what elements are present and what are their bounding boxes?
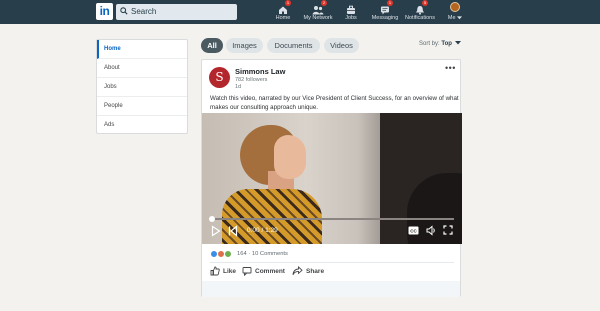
- share-label: Share: [306, 268, 325, 275]
- top-nav: in Search 1 Home 2 My Network Jobs 1 Mes…: [0, 0, 600, 24]
- network-badge: 2: [321, 0, 327, 6]
- post-text: Watch this video, narrated by our Vice P…: [210, 95, 459, 111]
- chevron-down-icon: [454, 41, 461, 45]
- side-menu-item-people[interactable]: People: [97, 97, 187, 116]
- nav-label: Me: [447, 15, 456, 21]
- nav-label: Jobs: [345, 15, 357, 21]
- nav-item-messaging[interactable]: 1 Messaging: [371, 0, 399, 23]
- support-reaction-icon: [224, 250, 232, 258]
- comment-label: Comment: [255, 268, 285, 275]
- nav-item-home[interactable]: 1 Home: [272, 0, 294, 23]
- reaction-count: 164: [237, 251, 247, 257]
- skip-back-icon[interactable]: [228, 225, 238, 237]
- follower-count: 782 followers: [235, 77, 268, 83]
- nav-label: Notifications: [405, 15, 435, 21]
- comment-count[interactable]: 10 Comments: [252, 251, 288, 257]
- post-author[interactable]: Simmons Law: [235, 67, 285, 76]
- side-menu-item-home[interactable]: Home: [97, 40, 187, 59]
- play-icon[interactable]: [211, 225, 221, 237]
- nav-label: My Network: [303, 15, 333, 21]
- sort-label: Sort by:: [419, 41, 440, 47]
- post-time: 1d: [235, 84, 242, 90]
- nav-label: Messaging: [371, 15, 399, 21]
- linkedin-logo[interactable]: in: [96, 3, 113, 20]
- briefcase-icon: [347, 5, 355, 14]
- comment-icon: [242, 267, 252, 277]
- search-icon: [120, 7, 128, 15]
- nav-item-me[interactable]: Me: [445, 2, 465, 23]
- svg-text:CC: CC: [410, 228, 417, 233]
- search-box[interactable]: Search: [116, 4, 237, 20]
- nav-item-notifications[interactable]: 5 Notifications: [404, 0, 436, 23]
- video-timecode: 0:00 / 1:29: [247, 227, 278, 234]
- filter-images[interactable]: Images: [226, 38, 263, 53]
- like-icon: [210, 266, 220, 276]
- post-card: S Simmons Law 782 followers 1d ••• Watch…: [201, 59, 462, 297]
- network-icon: [312, 6, 324, 15]
- like-button[interactable]: Like: [210, 266, 236, 278]
- video-progress-bar[interactable]: [210, 218, 454, 220]
- side-menu-item-jobs[interactable]: Jobs: [97, 78, 187, 97]
- like-label: Like: [223, 268, 237, 275]
- reaction-count-wrap[interactable]: 164 · 10 Comments: [237, 251, 288, 257]
- messaging-icon: [381, 6, 389, 15]
- share-button[interactable]: Share: [292, 266, 324, 278]
- sort-by-dropdown[interactable]: Sort by: Top: [419, 41, 461, 47]
- bell-icon: [416, 6, 424, 15]
- messaging-badge: 1: [387, 0, 393, 6]
- video-scrubber[interactable]: [209, 216, 215, 222]
- volume-icon[interactable]: [426, 225, 437, 236]
- side-menu-item-about[interactable]: About: [97, 59, 187, 78]
- page-side-menu: Home About Jobs People Ads: [96, 39, 188, 134]
- video-frame-detail: [274, 135, 306, 179]
- comment-area: [202, 281, 460, 297]
- search-input[interactable]: Search: [131, 6, 156, 18]
- me-label-wrap: Me: [445, 15, 465, 22]
- share-icon: [292, 266, 303, 276]
- filter-all[interactable]: All: [201, 38, 223, 53]
- nav-item-my-network[interactable]: 2 My Network: [301, 0, 335, 23]
- chevron-down-icon: [457, 15, 463, 19]
- video-player[interactable]: 0:00 / 1:29 CC: [202, 113, 462, 244]
- sort-value: Top: [441, 41, 452, 47]
- avatar: [450, 2, 460, 12]
- more-options-icon[interactable]: •••: [445, 63, 456, 73]
- company-avatar[interactable]: S: [209, 67, 230, 88]
- filter-documents[interactable]: Documents: [267, 38, 320, 53]
- side-menu-item-ads[interactable]: Ads: [97, 116, 187, 135]
- divider: [210, 262, 454, 263]
- captions-icon[interactable]: CC: [408, 226, 419, 235]
- home-badge: 1: [285, 0, 291, 6]
- nav-label: Home: [275, 15, 291, 21]
- nav-item-jobs[interactable]: Jobs: [342, 2, 360, 23]
- filter-videos[interactable]: Videos: [324, 38, 359, 53]
- fullscreen-icon[interactable]: [443, 225, 453, 235]
- notifications-badge: 5: [422, 0, 428, 6]
- comment-button[interactable]: Comment: [242, 266, 285, 278]
- home-icon: [279, 6, 287, 14]
